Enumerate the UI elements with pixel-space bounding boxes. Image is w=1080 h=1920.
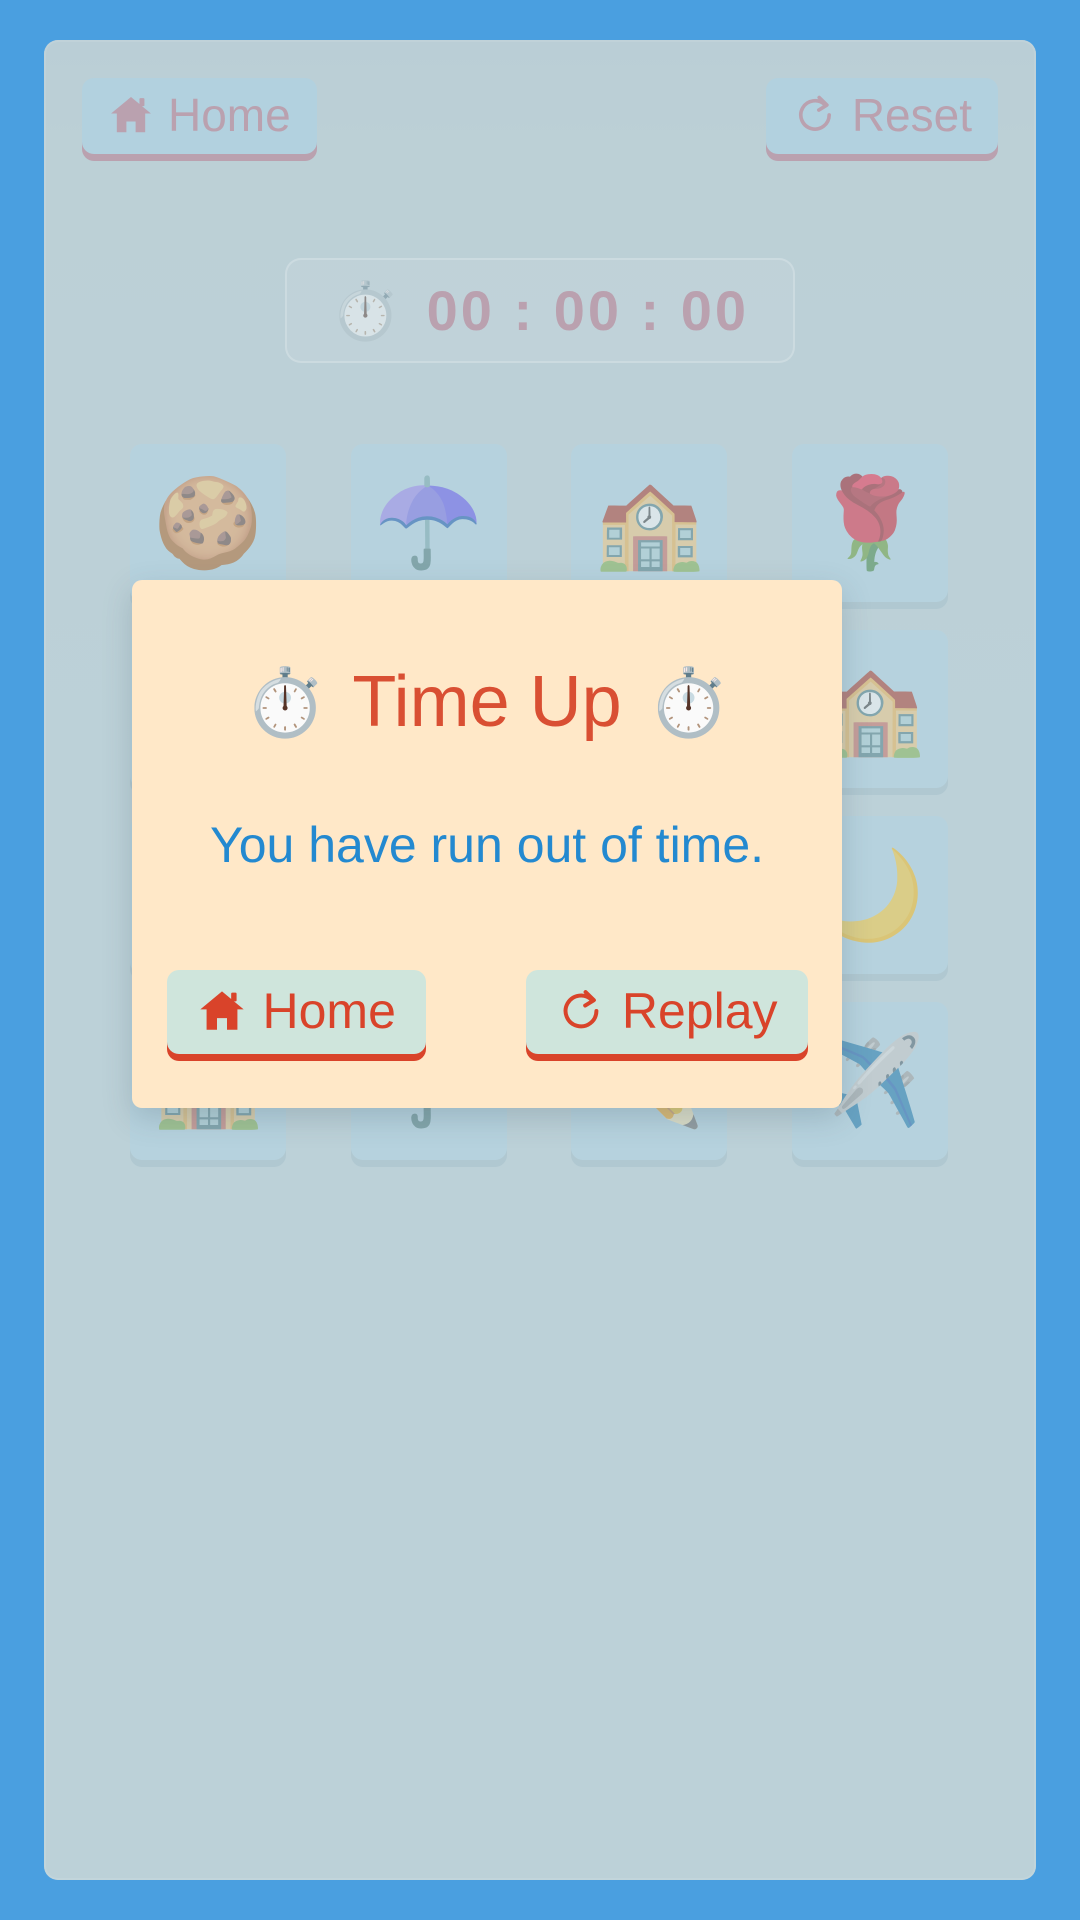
top-bar: Home Reset [44, 78, 1036, 154]
timer-container: ⏱️ 00 : 00 : 00 [44, 258, 1036, 363]
dialog-home-label: Home [262, 983, 396, 1039]
dialog-replay-button[interactable]: Replay [525, 970, 808, 1054]
home-icon [108, 92, 154, 138]
umbrella-icon: ☂️ [373, 473, 484, 572]
game-board: Home Reset ⏱️ 00 : 00 : 00 🍪☂️🏫🌹🍪🌹🌙🏫✏️✈️… [44, 40, 1036, 1880]
reset-button[interactable]: Reset [765, 78, 998, 154]
dialog-actions: Home Replay [166, 970, 808, 1054]
memory-card[interactable]: ☂️ [350, 444, 507, 602]
school-icon: 🏫 [594, 473, 705, 572]
stopwatch-icon: ⏱️ [647, 665, 730, 739]
memory-card[interactable]: 🌹 [791, 444, 948, 602]
dialog-title-row: ⏱️ Time Up ⏱️ [172, 666, 802, 738]
home-button[interactable]: Home [82, 78, 317, 154]
rose-icon: 🌹 [815, 473, 925, 572]
memory-card[interactable]: 🏫 [571, 444, 728, 602]
stopwatch-icon: ⏱️ [330, 278, 401, 342]
redo-arrow-icon [556, 986, 606, 1036]
dialog-replay-label: Replay [621, 983, 778, 1039]
cookie-icon: 🍪 [153, 473, 263, 572]
dialog-title: Time Up [352, 662, 622, 742]
timer-value: 00 : 00 : 00 [426, 279, 750, 342]
reset-button-label: Reset [851, 89, 972, 141]
home-icon [197, 986, 247, 1036]
dialog-message: You have run out of time. [209, 817, 765, 873]
timer-display: ⏱️ 00 : 00 : 00 [284, 258, 796, 363]
dialog-home-button[interactable]: Home [166, 970, 426, 1054]
stopwatch-icon: ⏱️ [244, 665, 327, 739]
home-button-label: Home [168, 89, 291, 141]
time-up-dialog: ⏱️ Time Up ⏱️ You have run out of time. … [132, 580, 842, 1108]
memory-card[interactable]: 🍪 [130, 444, 286, 602]
redo-arrow-icon [792, 92, 838, 138]
